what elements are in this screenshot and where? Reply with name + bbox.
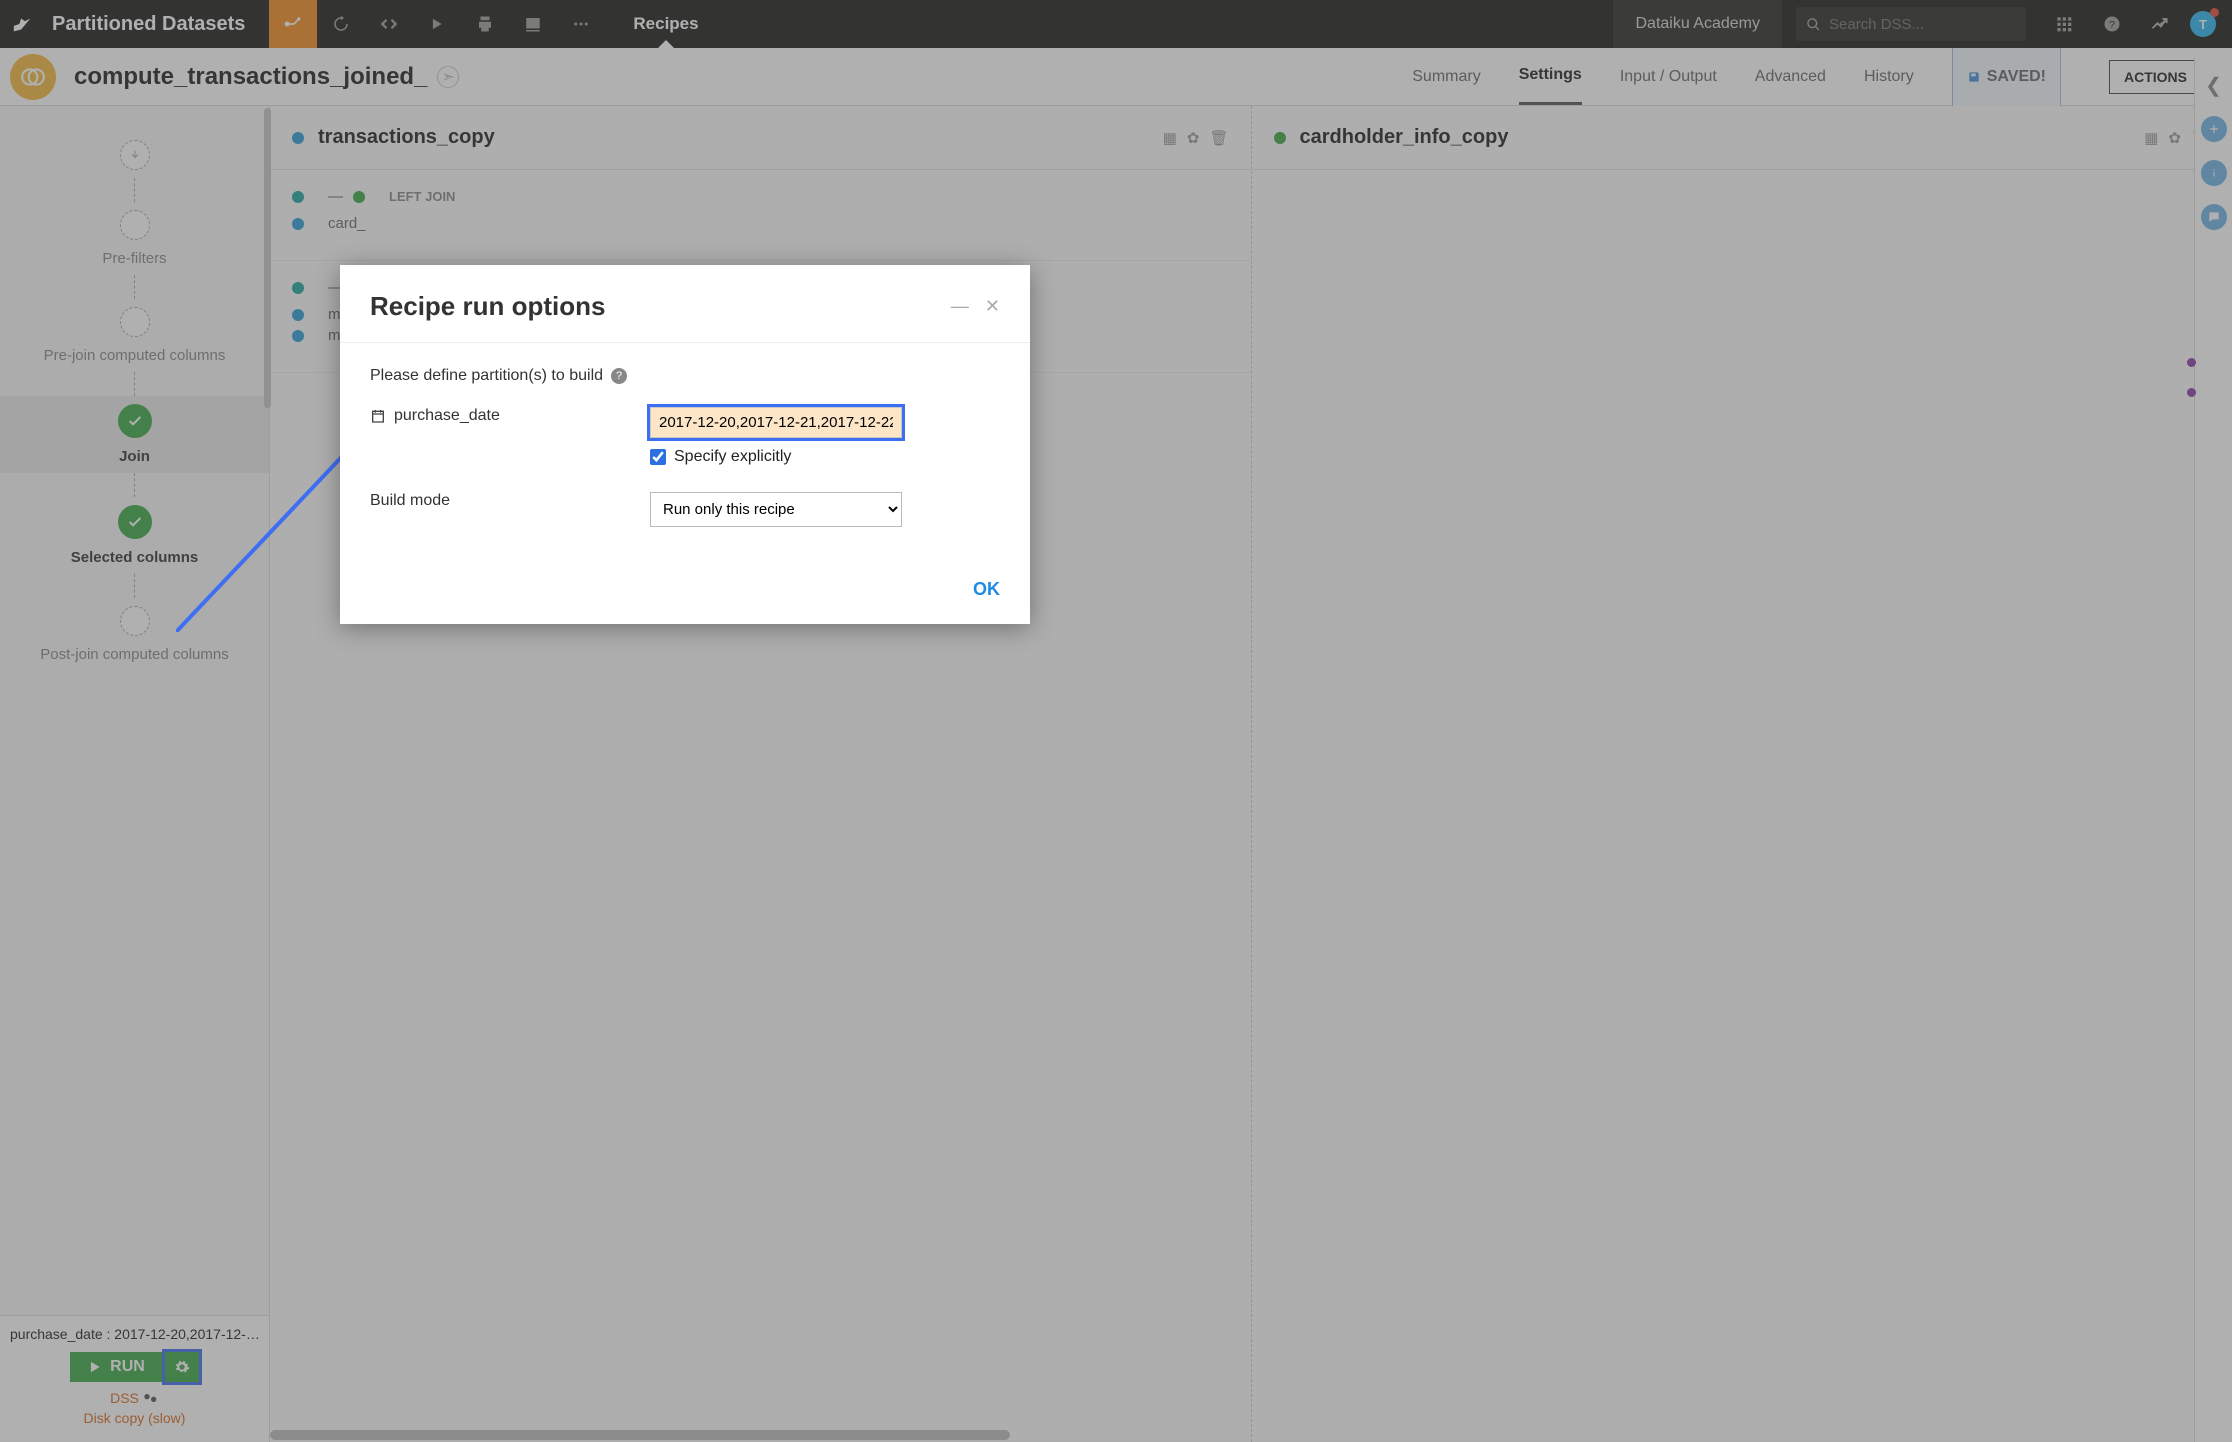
help-icon[interactable]: ? [611, 368, 627, 384]
partition-label: purchase_date [394, 407, 500, 425]
calendar-icon [370, 408, 386, 424]
ok-button[interactable]: OK [973, 579, 1000, 600]
partition-input[interactable] [650, 407, 902, 438]
modal-hint: Please define partition(s) to build [370, 367, 603, 385]
modal-backdrop[interactable] [0, 0, 2232, 1442]
run-options-modal: Recipe run options — ✕ Please define par… [340, 265, 1030, 624]
modal-title: Recipe run options [370, 291, 935, 322]
build-mode-select[interactable]: Run only this recipe [650, 492, 902, 527]
minimize-icon[interactable]: — [951, 296, 969, 317]
close-icon[interactable]: ✕ [985, 296, 1000, 317]
specify-label: Specify explicitly [674, 448, 791, 466]
build-mode-label: Build mode [370, 492, 450, 510]
specify-explicitly-input[interactable] [650, 449, 666, 465]
specify-explicitly-checkbox[interactable]: Specify explicitly [650, 448, 1000, 466]
